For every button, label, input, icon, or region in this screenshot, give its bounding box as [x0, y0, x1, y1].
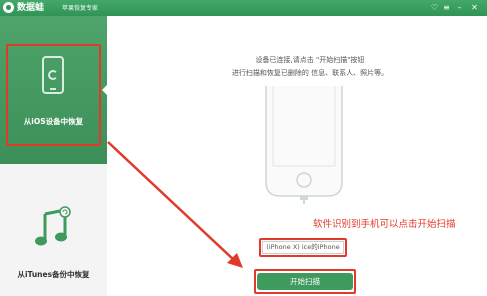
annotation-arrow-icon — [107, 141, 243, 268]
